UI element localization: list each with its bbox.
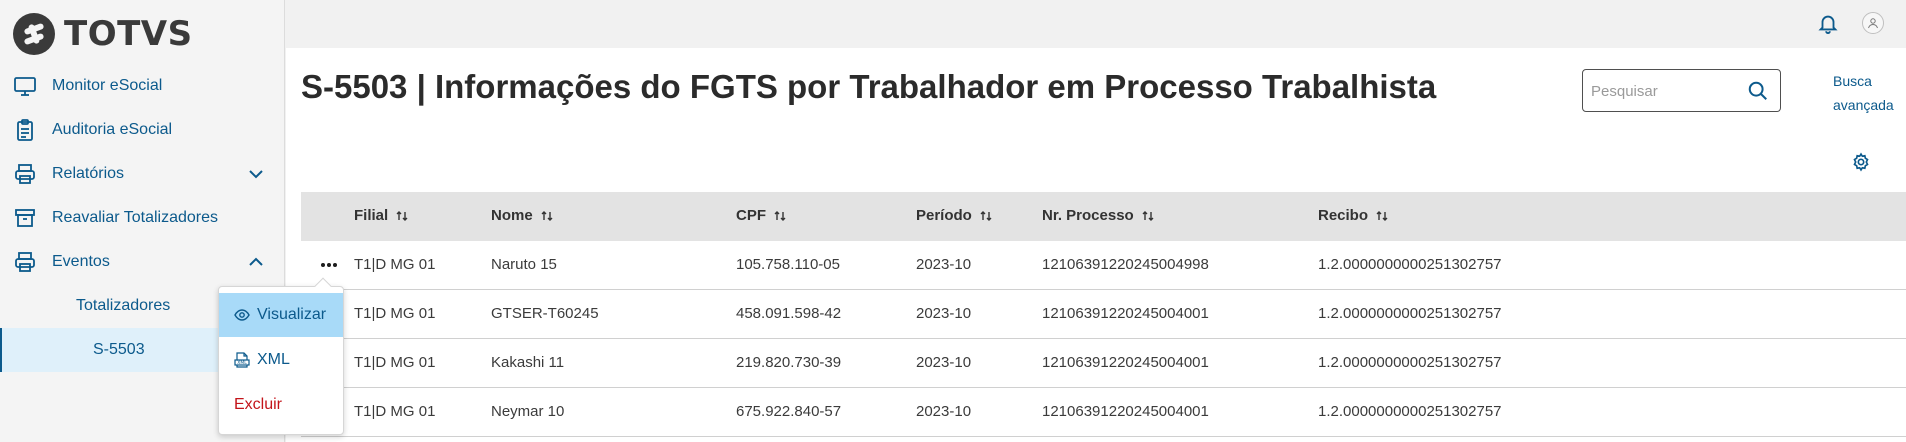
cell-filial: T1|D MG 01: [354, 403, 436, 420]
search-box: [1582, 69, 1781, 112]
table-header: Filial Nome CPF Período Nr. Processo Rec…: [301, 192, 1906, 241]
printer-icon: [15, 164, 35, 184]
archive-icon: [15, 209, 35, 227]
page-title: S-5503 | Informações do FGTS por Trabalh…: [301, 68, 1437, 105]
cell-recibo: 1.2.0000000000251302757: [1318, 354, 1502, 371]
sort-icon: [1376, 210, 1388, 221]
column-header-label: Nr. Processo: [1042, 207, 1134, 224]
cell-nome: Naruto 15: [491, 256, 557, 273]
cell-filial: T1|D MG 01: [354, 354, 436, 371]
sidebar-item-label: Auditoria eSocial: [52, 121, 173, 138]
logo: TOTVS: [12, 9, 193, 59]
sidebar-item-label: Eventos: [52, 253, 110, 270]
cell-nome: Neymar 10: [491, 403, 565, 420]
sort-icon: [541, 210, 553, 221]
cell-filial: T1|D MG 01: [354, 256, 436, 273]
table-row: T1|D MG 01 Kakashi 11 219.820.730-39 202…: [301, 339, 1906, 388]
menu-item-xml[interactable]: XML XML: [219, 338, 343, 382]
cell-cpf: 219.820.730-39: [736, 354, 842, 371]
cell-periodo: 2023-10: [916, 354, 972, 371]
chevron-down-icon: [249, 170, 263, 179]
table-row: T1|D MG 01 Naruto 15 105.758.110-05 2023…: [301, 241, 1906, 290]
row-actions-button[interactable]: [317, 253, 341, 277]
sidebar-item-eventos[interactable]: Eventos: [0, 240, 285, 284]
cell-recibo: 1.2.0000000000251302757: [1318, 256, 1502, 273]
column-header-nr-processo[interactable]: Nr. Processo: [1042, 207, 1154, 224]
advanced-search-label-line2: avançada: [1833, 97, 1894, 113]
column-header-recibo[interactable]: Recibo: [1318, 207, 1388, 224]
monitor-icon: [14, 77, 36, 96]
cell-filial: T1|D MG 01: [354, 305, 436, 322]
more-horizontal-icon: [321, 263, 337, 267]
row-actions-menu: Visualizar XML XML Excluir: [218, 277, 344, 435]
column-header-filial[interactable]: Filial: [354, 207, 408, 224]
cell-recibo: 1.2.0000000000251302757: [1318, 305, 1502, 322]
cell-periodo: 2023-10: [916, 403, 972, 420]
sidebar-item-monitor-esocial[interactable]: Monitor eSocial: [0, 64, 285, 108]
cell-nome: Kakashi 11: [491, 354, 565, 371]
cell-recibo: 1.2.0000000000251302757: [1318, 403, 1502, 420]
column-header-label: Filial: [354, 207, 389, 224]
sort-icon: [774, 210, 786, 221]
user-icon: [1868, 18, 1878, 29]
brand-name: TOTVS: [64, 14, 193, 54]
cell-nome: GTSER-T60245: [491, 305, 599, 322]
search-input[interactable]: [1591, 79, 1741, 103]
menu-item-visualizar[interactable]: Visualizar: [219, 293, 343, 337]
gear-icon[interactable]: [1851, 152, 1871, 172]
main-content: S-5503 | Informações do FGTS por Trabalh…: [286, 48, 1906, 442]
sidebar-item-label: Monitor eSocial: [52, 77, 163, 94]
advanced-search-label-line1: Busca: [1833, 73, 1872, 89]
menu-item-label: XML: [257, 351, 290, 368]
svg-text:XML: XML: [237, 360, 247, 366]
xml-file-icon: XML: [234, 352, 250, 368]
eye-icon: [234, 309, 250, 321]
menu-item-label: Visualizar: [257, 306, 327, 323]
events-table: Filial Nome CPF Período Nr. Processo Rec…: [301, 192, 1906, 437]
sidebar-item-reavaliar-totalizadores[interactable]: Reavaliar Totalizadores: [0, 196, 285, 240]
column-header-label: CPF: [736, 207, 766, 224]
column-header-cpf[interactable]: CPF: [736, 207, 786, 224]
totvs-logo-icon: [13, 13, 55, 55]
sidebar-subitem-label: Totalizadores: [76, 297, 171, 314]
cell-nr-processo: 12106391220245004998: [1042, 256, 1209, 273]
cell-cpf: 458.091.598-42: [736, 305, 842, 322]
cell-cpf: 675.922.840-57: [736, 403, 842, 420]
sidebar-item-auditoria-esocial[interactable]: Auditoria eSocial: [0, 108, 285, 152]
sort-icon: [396, 210, 408, 221]
sidebar-subitem-label: S-5503: [93, 341, 145, 358]
bell-icon[interactable]: [1817, 12, 1839, 34]
avatar[interactable]: [1862, 12, 1884, 34]
column-header-label: Nome: [491, 207, 533, 224]
menu-item-excluir[interactable]: Excluir: [219, 383, 343, 427]
top-bar: [286, 0, 1906, 48]
sort-icon: [1142, 210, 1154, 221]
cell-nr-processo: 12106391220245004001: [1042, 403, 1209, 420]
column-header-label: Período: [916, 207, 972, 224]
cell-periodo: 2023-10: [916, 256, 972, 273]
table-row: T1|D MG 01 Neymar 10 675.922.840-57 2023…: [301, 388, 1906, 437]
chevron-up-icon: [249, 257, 263, 266]
cell-nr-processo: 12106391220245004001: [1042, 305, 1209, 322]
printer-icon: [15, 252, 35, 272]
advanced-search-link[interactable]: Busca avançada: [1833, 69, 1903, 117]
cell-nr-processo: 12106391220245004001: [1042, 354, 1209, 371]
column-header-nome[interactable]: Nome: [491, 207, 553, 224]
cell-periodo: 2023-10: [916, 305, 972, 322]
search-icon[interactable]: [1747, 80, 1769, 102]
sidebar-item-label: Relatórios: [52, 165, 125, 182]
column-header-periodo[interactable]: Período: [916, 207, 992, 224]
sort-icon: [980, 210, 992, 221]
table-row: T1|D MG 01 GTSER-T60245 458.091.598-42 2…: [301, 290, 1906, 339]
menu-item-label: Excluir: [234, 396, 283, 413]
clipboard-icon: [17, 119, 33, 141]
cell-cpf: 105.758.110-05: [736, 256, 840, 273]
sidebar-item-label: Reavaliar Totalizadores: [52, 209, 219, 226]
column-header-label: Recibo: [1318, 207, 1369, 224]
sidebar-item-relatorios[interactable]: Relatórios: [0, 152, 285, 196]
